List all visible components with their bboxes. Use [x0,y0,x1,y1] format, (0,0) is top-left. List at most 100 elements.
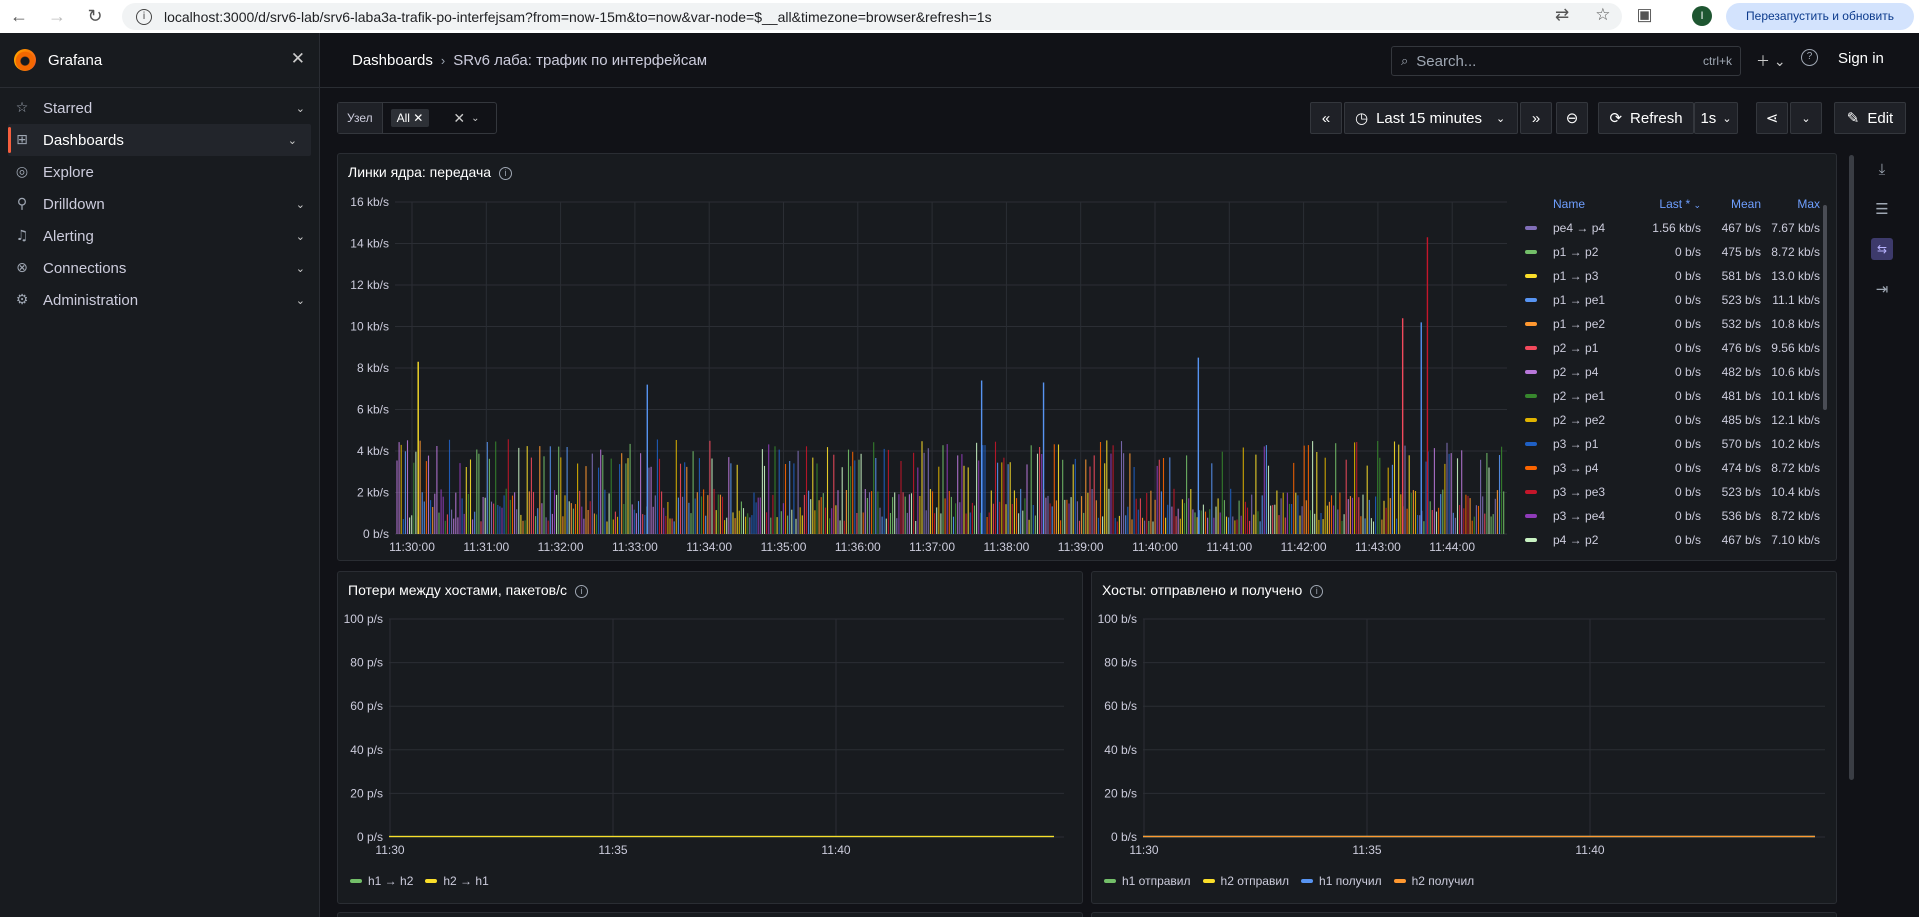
legend-row[interactable]: p3 → pe3 0 b/s 523 b/s 10.4 kb/s [1515,480,1820,504]
profile-avatar[interactable]: I [1692,6,1712,26]
legend-mean-value: 581 b/s [1721,269,1761,283]
help-icon[interactable]: ? [1801,49,1818,66]
reload-icon[interactable]: ↻ [76,6,114,27]
legend-item[interactable]: h1 отправил [1104,874,1191,888]
legend-item[interactable]: h2 → h1 [425,874,489,888]
loss-chart[interactable]: 0 p/s 20 p/s 40 p/s 60 p/s 80 p/s 100 p/s 11:3… [337,605,1083,875]
compass-icon: ◎ [15,164,29,180]
bookmark-star-icon[interactable]: ☆ [1595,5,1610,25]
y-tick-label: 100 b/s [1098,612,1137,626]
refresh-button[interactable]: ⟳ Refresh [1598,102,1694,134]
legend-col-mean[interactable]: Mean [1701,197,1761,211]
legend-last-value: 0 b/s [1674,485,1701,499]
edit-button[interactable]: ✎ Edit [1834,102,1906,134]
sidebar-item-explore[interactable]: ◎ Explore [0,156,319,188]
legend-row[interactable]: p1 → p3 0 b/s 581 b/s 13.0 kb/s [1515,264,1820,288]
grafana-logo-icon[interactable] [14,49,36,71]
chevron-down-icon[interactable]: ⌄ [296,294,305,307]
add-new-icon[interactable]: ＋ ⌄ [1756,51,1786,71]
forward-icon[interactable]: → [38,6,76,27]
info-icon[interactable]: i [575,585,588,598]
x-tick-label: 11:43:00 [1355,540,1401,554]
sidebar-item-starred[interactable]: ☆ Starred ⌄ [0,92,319,124]
share-button[interactable]: ⋖ [1756,102,1788,134]
chevron-down-icon[interactable]: ⌄ [288,134,297,147]
sidebar-item-drilldown[interactable]: ⚲ Drilldown ⌄ [0,188,319,220]
zoom-out-button[interactable]: ⊖ [1556,102,1588,134]
legend-scrollbar[interactable] [1823,205,1827,410]
host-chart[interactable]: 0 b/s 20 b/s 40 b/s 60 b/s 80 b/s 100 b/s 11:3… [1091,605,1837,875]
app-name: Grafana [48,51,103,69]
chevron-down-icon[interactable]: ⌄ [471,113,479,124]
panel-partial-right [1091,912,1837,917]
legend-item[interactable]: h2 получил [1393,874,1474,888]
sidebar-item-administration[interactable]: ⚙ Administration ⌄ [0,284,319,316]
legend-row[interactable]: p3 → pe4 0 b/s 536 b/s 8.72 kb/s [1515,504,1820,528]
time-shift-forward-button[interactable]: » [1520,102,1552,134]
legend-row[interactable]: p3 → p4 0 b/s 474 b/s 8.72 kb/s [1515,456,1820,480]
toggle-panel-icon[interactable]: ⇆ [1871,238,1893,260]
restart-update-button[interactable]: Перезапустить и обновить [1726,3,1914,30]
search-input[interactable]: ⌕ Search... ctrl+k [1391,46,1741,76]
time-range-picker[interactable]: ◷ Last 15 minutes ⌄ [1344,102,1518,134]
legend-row[interactable]: p1 → p2 0 b/s 475 b/s 8.72 kb/s [1515,240,1820,264]
legend-col-name[interactable]: Name [1545,197,1621,211]
extensions-icon[interactable]: ▣ [1637,5,1653,25]
share-dropdown-button[interactable]: ⌄ [1790,102,1822,134]
sidebar-item-alerting[interactable]: ♫ Alerting ⌄ [0,220,319,252]
legend-mean-value: 482 b/s [1721,365,1761,379]
series-color-swatch [1525,418,1537,422]
variable-chip-value: All [396,111,410,125]
legend-mean-value: 481 b/s [1721,389,1761,403]
download-icon[interactable]: ⤓ [1862,155,1902,195]
collapse-right-icon[interactable]: ⇥ [1862,275,1902,315]
legend-row[interactable]: p2 → p1 0 b/s 476 b/s 9.56 kb/s [1515,336,1820,360]
site-info-icon[interactable]: i [136,8,152,25]
legend-col-last[interactable]: Last * ⌄ [1621,197,1701,211]
legend-item[interactable]: h1 → h2 [350,874,413,888]
dashboard-scrollbar[interactable] [1849,155,1854,780]
legend-max-value: 8.72 kb/s [1771,461,1820,475]
back-icon[interactable]: ← [0,6,38,27]
legend-row[interactable]: pe4 → p4 1.56 kb/s 467 b/s 7.67 kb/s [1515,216,1820,240]
y-tick-label: 14 kb/s [350,237,389,251]
legend-row[interactable]: p3 → p1 0 b/s 570 b/s 10.2 kb/s [1515,432,1820,456]
outline-icon[interactable]: ☰ [1862,195,1902,235]
legend-row[interactable]: p2 → pe2 0 b/s 485 b/s 12.1 kb/s [1515,408,1820,432]
legend-max-value: 10.1 kb/s [1771,389,1820,403]
legend-col-max[interactable]: Max [1761,197,1820,211]
legend-row[interactable]: p2 → pe1 0 b/s 481 b/s 10.1 kb/s [1515,384,1820,408]
sign-in-link[interactable]: Sign in [1838,50,1884,67]
chevron-down-icon[interactable]: ⌄ [296,102,305,115]
url-bar[interactable]: i localhost:3000/d/srv6-lab/srv6-laba3a-… [122,3,1622,30]
main-chart[interactable]: 0 b/s 2 kb/s 4 kb/s 6 kb/s 8 kb/s 10 kb/s 12 k… [337,190,1515,560]
x-tick-label: 11:42:00 [1281,540,1327,554]
chevron-down-icon[interactable]: ⌄ [296,262,305,275]
time-shift-back-button[interactable]: « [1310,102,1342,134]
info-icon[interactable]: i [1310,585,1324,598]
legend-row[interactable]: p4 → p2 0 b/s 467 b/s 7.10 kb/s [1515,528,1820,552]
translate-icon[interactable]: ⇄ [1555,5,1569,25]
sidebar-item-dashboards[interactable]: ⊞ Dashboards ⌄ [8,124,311,156]
variable-chip[interactable]: All ✕ [390,109,430,127]
sort-desc-icon: ⌄ [1693,201,1701,211]
legend-item[interactable]: h2 отправил [1202,874,1289,888]
refresh-interval-picker[interactable]: 1s ⌄ [1694,102,1738,134]
legend-row[interactable]: p2 → p4 0 b/s 482 b/s 10.6 kb/s [1515,360,1820,384]
legend-mean-value: 475 b/s [1721,245,1761,259]
chevron-down-icon[interactable]: ⌄ [296,198,305,211]
clear-icon[interactable]: ✕ [453,110,465,127]
sidebar-item-label: Connections [43,259,127,277]
breadcrumb-dashboards[interactable]: Dashboards [352,52,433,69]
legend-row[interactable]: p1 → pe2 0 b/s 532 b/s 10.8 kb/s [1515,312,1820,336]
chevron-down-icon[interactable]: ⌄ [296,230,305,243]
legend-max-value: 13.0 kb/s [1771,269,1820,283]
legend-row[interactable]: p1 → pe1 0 b/s 523 b/s 11.1 kb/s [1515,288,1820,312]
variable-node-select[interactable]: Узел All ✕ ✕ ⌄ [337,102,497,134]
sidebar-item-connections[interactable]: ⊗ Connections ⌄ [0,252,319,284]
info-icon[interactable]: i [499,167,513,180]
y-tick-label: 8 kb/s [357,361,389,375]
close-sidebar-icon[interactable]: ✕ [291,49,305,69]
y-tick-label: 40 p/s [350,743,383,757]
legend-item[interactable]: h1 получил [1301,874,1382,888]
